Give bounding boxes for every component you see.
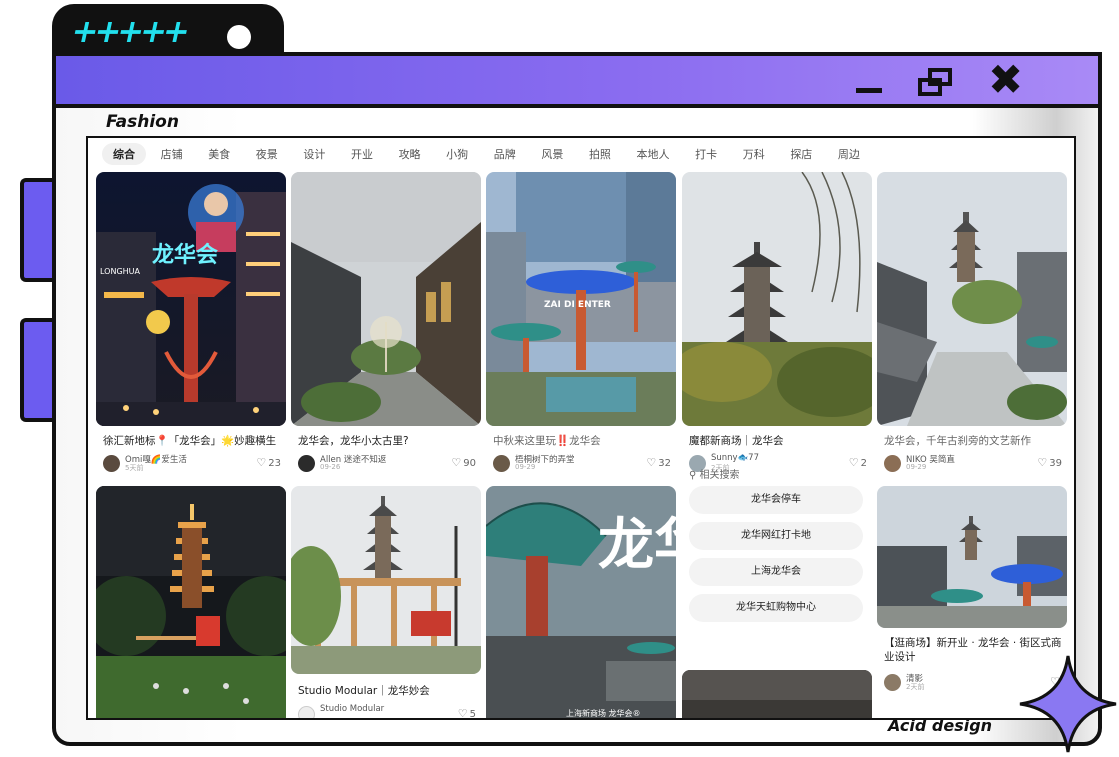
category-tab[interactable]: 品牌 [483,143,527,165]
heart-icon: ♡ [646,456,657,469]
building-sign: LONGHUA [100,267,141,276]
title-bar: ✖ [56,56,1098,108]
post-date: 2天前 [906,683,925,691]
note-title[interactable]: 魔都新商场｜龙华会 [689,434,869,448]
heart-icon: ♡ [256,456,267,469]
heart-icon: ♡ [1037,456,1048,469]
tab-dot-icon [227,25,251,49]
footer-label: Acid design [888,716,993,735]
note-meta: Omi嘎🌈爱生活 5天前 ♡ 23 [103,453,281,475]
note-meta: Studio Modular ♡ 5 [298,704,476,720]
category-tab[interactable]: 拍照 [578,143,622,165]
tab-plus-symbols: +++++ [67,12,191,50]
post-date: 09-26 [320,463,341,471]
category-tab[interactable]: 打卡 [684,143,728,165]
category-tab[interactable]: 综合 [102,143,146,165]
section-label: Fashion [106,112,179,132]
neon-sign: 龙华会 [152,242,218,268]
note-image [877,486,1067,628]
close-icon[interactable]: ✖ [988,58,1023,102]
maximize-icon[interactable] [916,66,956,100]
note-title[interactable]: Studio Modular｜龙华妙会 [298,684,478,698]
related-search-item[interactable]: 上海龙华会 [689,558,863,586]
note-image [682,670,872,718]
note-card[interactable] [96,486,286,718]
feed-panel: 综合 店铺 美食 夜景 设计 开业 攻略 小狗 品牌 风景 拍照 本地人 打卡 万科 探店 周边 [86,136,1076,720]
post-date: 09-29 [515,463,536,471]
note-title[interactable]: 中秋来这里玩‼️龙华会 [493,434,673,448]
category-tab[interactable]: 设计 [292,143,336,165]
category-tab[interactable]: 攻略 [388,143,432,165]
avatar[interactable] [493,455,510,472]
note-card[interactable]: 龙华会，千年古刹旁的文艺新作 NIKO 吴简直 09-29 ♡ 39 [877,172,1067,478]
note-image [291,172,481,426]
category-tab[interactable]: 周边 [827,143,871,165]
related-search-item[interactable]: 龙华网红打卡地 [689,522,863,550]
avatar[interactable] [103,455,120,472]
category-tab[interactable]: 风景 [530,143,574,165]
note-meta: Allen 迷途不知返 09-26 ♡ 90 [298,453,476,475]
post-date: 09-29 [906,463,927,471]
related-search-item[interactable]: 龙华天虹购物中心 [689,594,863,622]
category-tab[interactable]: 本地人 [626,143,681,165]
like-count[interactable]: ♡ 32 [646,456,671,469]
avatar[interactable] [298,706,315,718]
note-image [682,172,872,426]
category-tab[interactable]: 美食 [197,143,241,165]
note-card[interactable]: 魔都新商场｜龙华会 Sunny🐟77 2天前 ♡ 2 [682,172,872,478]
search-icon: ⚲ [689,470,697,481]
note-card[interactable]: ZAI DI ENTER 中秋来这里玩‼️龙华会 梧桐树下的弄堂 09-29 ♡… [486,172,676,478]
note-card[interactable] [682,670,872,718]
note-image [96,486,286,718]
note-card[interactable]: 龙华会 上海新商场 龙华会® [486,486,676,718]
category-tab[interactable]: 店铺 [150,143,194,165]
category-tab[interactable]: 小狗 [435,143,479,165]
related-search-heading: ⚲ 相关搜索 [689,470,740,481]
avatar[interactable] [298,455,315,472]
sparkle-star-icon [1019,655,1117,753]
note-meta: NIKO 吴简直 09-29 ♡ 39 [884,453,1062,475]
avatar[interactable] [884,674,901,691]
note-card[interactable]: 龙华会，龙华小太古里? Allen 迷途不知返 09-26 ♡ 90 [291,172,481,478]
like-count[interactable]: ♡ 90 [451,456,476,469]
note-card[interactable]: Studio Modular｜龙华妙会 Studio Modular ♡ 5 [291,486,481,720]
related-search-card: ⚲ 相关搜索 龙华会停车 龙华网红打卡地 上海龙华会 龙华天虹购物中心 [683,456,873,636]
mall-sign: ZAI DI ENTER [544,300,611,310]
category-bar: 综合 店铺 美食 夜景 设计 开业 攻略 小狗 品牌 风景 拍照 本地人 打卡 万科 探店 周边 [102,143,875,165]
poster-big-text: 龙华会 [598,512,676,578]
poster-small-text: 上海新商场 龙华会® [566,708,641,718]
note-image: ZAI DI ENTER [486,172,676,426]
app-window: ✖ Fashion 综合 店铺 美食 夜景 设计 开业 攻略 小狗 品牌 风景 拍照 本地人 打卡 万科探… [52,52,1102,746]
note-title[interactable]: 徐汇新地标📍「龙华会」🌟妙趣横生 [103,434,283,448]
note-image: 龙华会 上海新商场 龙华会® [486,486,676,718]
category-tab[interactable]: 万科 [732,143,776,165]
category-tab[interactable]: 夜景 [245,143,289,165]
category-tab[interactable]: 开业 [340,143,384,165]
note-image: 龙华会 LONGHUA [96,172,286,426]
like-count[interactable]: ♡ 5 [457,707,476,720]
category-tab[interactable]: 探店 [779,143,823,165]
note-title[interactable]: 龙华会，龙华小太古里? [298,434,478,448]
author-name[interactable]: Studio Modular [320,704,384,714]
related-search-item[interactable]: 龙华会停车 [689,486,863,514]
note-card[interactable]: 龙华会 LONGHUA 徐汇新地标📍「龙华会」🌟妙趣横生 Omi嘎🌈爱生活 5天… [96,172,286,478]
like-count[interactable]: ♡ 23 [256,456,281,469]
avatar[interactable] [884,455,901,472]
like-count[interactable]: ♡ 39 [1037,456,1062,469]
post-date: 5天前 [125,464,144,472]
heart-icon: ♡ [457,707,468,720]
minimize-icon[interactable] [856,88,882,93]
note-image [877,172,1067,426]
note-image [291,486,481,674]
note-meta: 梧桐树下的弄堂 09-29 ♡ 32 [493,453,671,475]
note-title[interactable]: 龙华会，千年古刹旁的文艺新作 [884,434,1064,448]
heart-icon: ♡ [451,456,462,469]
